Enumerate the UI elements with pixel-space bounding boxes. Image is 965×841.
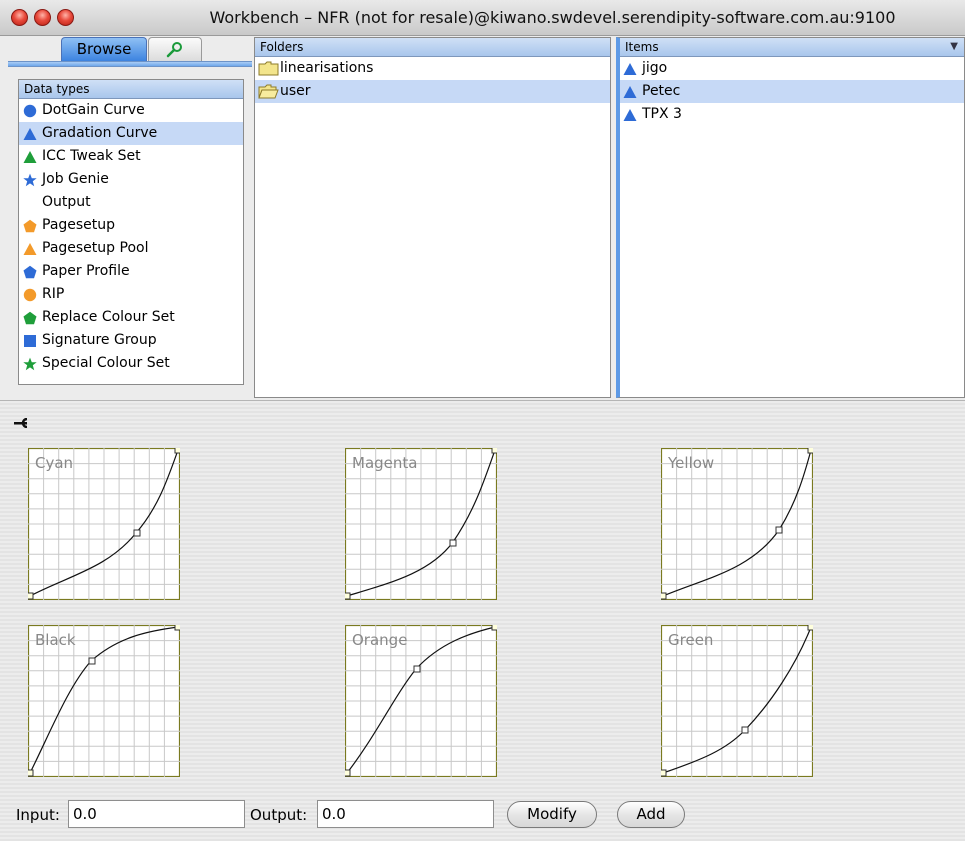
item-row-petec[interactable]: Petec <box>620 80 964 103</box>
curve-editor-panel: Cyan Magenta Yellow Black Orange Green I… <box>0 400 965 841</box>
triangle-icon <box>623 62 637 75</box>
curve-yellow[interactable]: Yellow <box>661 448 813 600</box>
tab-search[interactable] <box>148 37 202 61</box>
circle-icon <box>23 288 37 301</box>
datatype-row-gradation-curve[interactable]: Gradation Curve <box>19 122 243 145</box>
datatype-label: Special Colour Set <box>42 355 170 371</box>
datatype-row-icc-tweak-set[interactable]: ICC Tweak Set <box>19 145 243 168</box>
datatype-label: Pagesetup <box>42 217 116 233</box>
datatype-label: Output <box>42 194 91 210</box>
sort-arrow-icon[interactable]: ▼ <box>950 38 958 56</box>
curve-controls: Input: Output: Modify Add <box>0 798 965 832</box>
items-header[interactable]: Items ▼ <box>620 38 964 57</box>
folder-row-linearisations[interactable]: linearisations <box>255 57 610 80</box>
items-pane: Items ▼ jigo Petec TPX 3 <box>616 37 965 398</box>
datatype-label: DotGain Curve <box>42 102 145 118</box>
datatype-row-job-genie[interactable]: Job Genie <box>19 168 243 191</box>
datatype-row-special-colour-set[interactable]: Special Colour Set <box>19 352 243 375</box>
folders-pane: Folders linearisations user <box>254 37 611 398</box>
folder-label: linearisations <box>280 60 374 76</box>
input-field[interactable] <box>68 800 245 828</box>
curve-label: Green <box>668 631 714 649</box>
square-icon <box>24 334 36 347</box>
datatype-row-replace-colour-set[interactable]: Replace Colour Set <box>19 306 243 329</box>
curve-label: Black <box>35 631 76 649</box>
datatype-row-dotgain-curve[interactable]: DotGain Curve <box>19 99 243 122</box>
triangle-icon <box>23 242 37 255</box>
tab-browse[interactable]: Browse <box>61 37 147 61</box>
curve-orange[interactable]: Orange <box>345 625 497 777</box>
curve-label: Yellow <box>668 454 715 472</box>
datatype-row-signature-group[interactable]: Signature Group <box>19 329 243 352</box>
window-title: Workbench – NFR (not for resale)@kiwano.… <box>209 8 896 27</box>
datatype-label: ICC Tweak Set <box>42 148 141 164</box>
modify-button[interactable]: Modify <box>507 801 597 828</box>
datatype-label: Pagesetup Pool <box>42 240 149 256</box>
datatype-row-rip[interactable]: RIP <box>19 283 243 306</box>
pentagon-icon <box>23 311 37 324</box>
datatype-row-paper-profile[interactable]: Paper Profile <box>19 260 243 283</box>
magnifier-icon <box>166 42 182 58</box>
wrench-icon[interactable] <box>14 418 36 428</box>
folders-header[interactable]: Folders <box>255 38 610 57</box>
crescent-icon <box>24 197 36 208</box>
add-button[interactable]: Add <box>617 801 685 828</box>
datatype-label: Gradation Curve <box>42 125 158 141</box>
tab-underline <box>8 61 252 67</box>
triangle-icon <box>623 108 637 121</box>
input-label: Input: <box>16 806 60 824</box>
datatype-label: Paper Profile <box>42 263 130 279</box>
datatype-row-pagesetup[interactable]: Pagesetup <box>19 214 243 237</box>
datatype-label: Job Genie <box>42 171 109 187</box>
datatype-row-output[interactable]: Output <box>19 191 243 214</box>
circle-icon <box>23 104 37 117</box>
item-label: jigo <box>642 60 668 76</box>
curve-label: Orange <box>352 631 408 649</box>
triangle-icon <box>623 85 637 98</box>
folder-open-icon <box>258 84 279 99</box>
curve-green[interactable]: Green <box>661 625 813 777</box>
datatype-label: RIP <box>42 286 65 302</box>
folder-label: user <box>280 83 311 99</box>
pentagon-icon <box>23 265 37 278</box>
item-label: Petec <box>642 83 681 99</box>
browse-tab-bar: Browse <box>6 36 252 67</box>
items-header-label: Items <box>625 40 659 54</box>
curve-black[interactable]: Black <box>28 625 180 777</box>
title-bar: Workbench – NFR (not for resale)@kiwano.… <box>0 0 965 36</box>
datatype-label: Replace Colour Set <box>42 309 175 325</box>
triangle-icon <box>23 127 37 140</box>
data-types-header: Data types <box>19 80 243 99</box>
data-types-list: Data types DotGain Curve Gradation Curve I… <box>18 79 244 385</box>
item-row-jigo[interactable]: jigo <box>620 57 964 80</box>
star-icon <box>23 173 37 186</box>
triangle-icon <box>23 150 37 163</box>
datatype-label: Signature Group <box>42 332 157 348</box>
folder-icon <box>258 61 279 76</box>
pentagon-icon <box>23 219 37 232</box>
curve-label: Magenta <box>352 454 418 472</box>
curve-label: Cyan <box>35 454 74 472</box>
output-field[interactable] <box>317 800 494 828</box>
output-label: Output: <box>250 806 308 824</box>
datatype-row-pagesetup-pool[interactable]: Pagesetup Pool <box>19 237 243 260</box>
item-row-tpx3[interactable]: TPX 3 <box>620 103 964 126</box>
item-label: TPX 3 <box>642 106 682 122</box>
curve-cyan[interactable]: Cyan <box>28 448 180 600</box>
curve-magenta[interactable]: Magenta <box>345 448 497 600</box>
star-icon <box>23 357 37 370</box>
folder-row-user[interactable]: user <box>255 80 610 103</box>
